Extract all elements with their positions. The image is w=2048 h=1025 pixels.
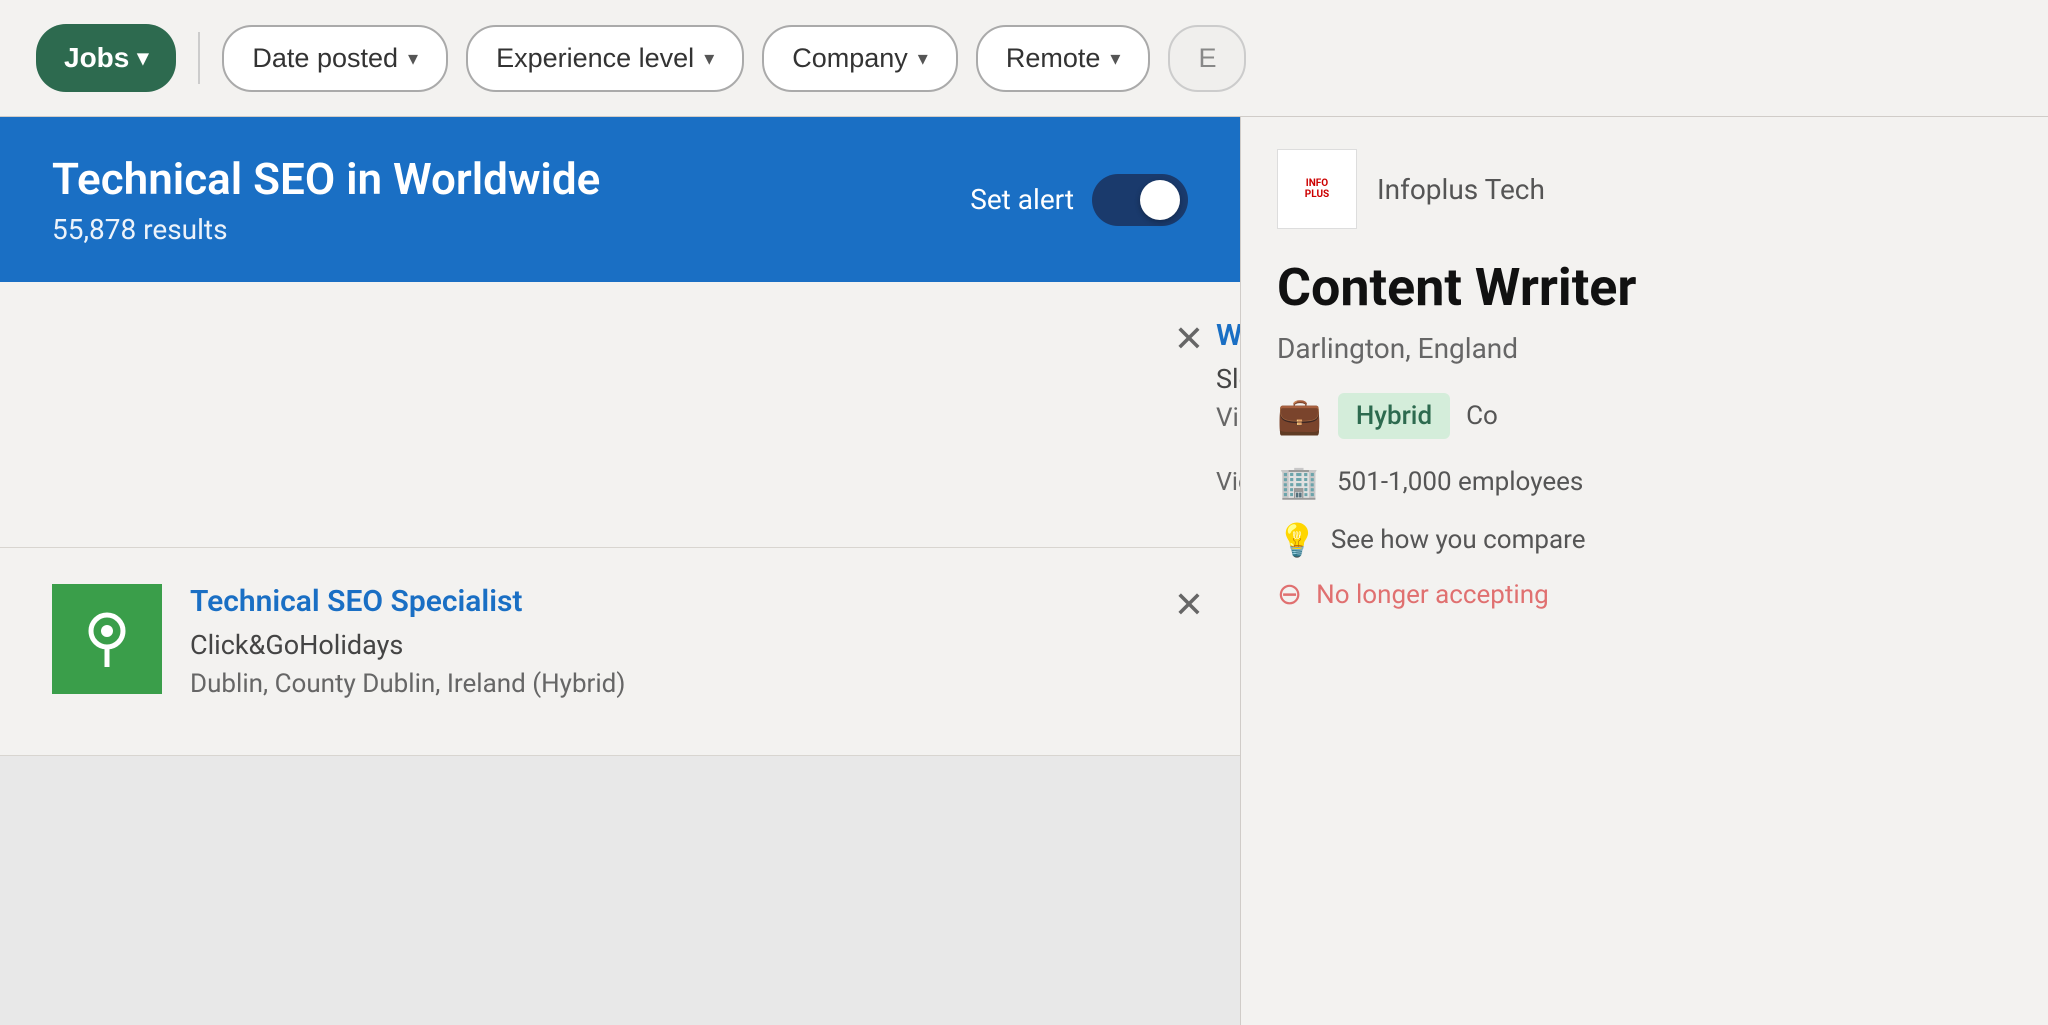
company-size-row: 🏢 501-1,000 employees [1277,463,2012,501]
filter-experience-level[interactable]: Experience level ▾ [466,25,744,92]
job-location: Dublin, County Dublin, Ireland (Hybrid) [190,669,1188,699]
company-header: INFOPLUS Infoplus Tech [1277,149,2012,229]
alert-area: Set alert [970,174,1188,226]
company-logo-small: INFOPLUS [1277,149,1357,229]
job-info: Web Tracking Specialist (m/w/d) SlopeLif… [1216,318,1240,511]
no-longer-row: ⊖ No longer accepting [1277,577,2012,612]
briefcase-icon: 💼 [1277,395,1322,437]
job-company: Click&GoHolidays [190,629,1188,661]
dismiss-job-button[interactable]: ✕ [1174,318,1204,360]
co-label-text: Co [1466,401,1498,431]
see-how-text: See how you compare [1331,525,1586,555]
right-location: Darlington, England [1277,332,2012,365]
company-size-text: 501-1,000 employees [1337,467,1583,497]
filter-extra[interactable]: E [1168,25,1246,92]
alert-toggle[interactable] [1092,174,1188,226]
chevron-down-icon: ▾ [918,46,928,71]
filter-company-label: Company [792,43,908,74]
job-card: Technical SEO Specialist Click&GoHoliday… [0,548,1240,756]
job-card: Web Tracking Specialist (m/w/d) SlopeLif… [0,282,1240,548]
company-logo-text: INFOPLUS [1305,178,1329,200]
filter-exp-label: Experience level [496,43,694,74]
main-layout: Technical SEO in Worldwide 55,878 result… [0,117,2048,1025]
toggle-knob [1140,180,1180,220]
lightbulb-icon: 💡 [1277,521,1317,559]
building-icon: 🏢 [1277,463,1321,501]
search-banner-text: Technical SEO in Worldwide 55,878 result… [52,153,600,246]
filter-remote-label: Remote [1006,43,1101,74]
search-results-count: 55,878 results [52,213,600,246]
job-list: Web Tracking Specialist (m/w/d) SlopeLif… [0,282,1240,756]
no-longer-icon: ⊖ [1277,577,1302,612]
job-meta: Viewed · Promoted · 13 applicants · in E… [1216,453,1240,511]
clickgo-logo-svg [73,605,141,673]
search-banner: Technical SEO in Worldwide 55,878 result… [0,117,1240,282]
no-longer-text: No longer accepting [1316,580,1549,610]
filter-extra-label: E [1198,43,1216,74]
job-company: SlopeLift PM Media GmbH [1216,363,1240,395]
viewed-label: Viewed [1216,468,1240,497]
filter-remote[interactable]: Remote ▾ [976,25,1151,92]
chevron-down-icon: ▾ [1110,46,1120,71]
top-bar: Jobs ▾ Date posted ▾ Experience level ▾ … [0,0,2048,117]
filter-company[interactable]: Company ▾ [762,25,958,92]
work-type-badge: Hybrid [1338,393,1450,439]
right-tags: 💼 Hybrid Co [1277,393,2012,439]
search-title: Technical SEO in Worldwide [52,153,600,205]
jobs-label: Jobs [64,42,129,74]
left-panel: Technical SEO in Worldwide 55,878 result… [0,117,1240,1025]
nav-divider [198,32,200,84]
alert-label: Set alert [970,183,1074,216]
filter-date-label: Date posted [252,43,398,74]
truncated-suffix: riter [1539,257,1637,318]
jobs-button[interactable]: Jobs ▾ [36,24,176,92]
company-logo [52,584,162,694]
dismiss-job-button[interactable]: ✕ [1174,584,1204,626]
right-panel: INFOPLUS Infoplus Tech Content Wrriter D… [1240,117,2048,1025]
jobs-chevron-icon: ▾ [137,45,148,71]
job-location: Vienna, Austria (On-site) [1216,403,1240,433]
job-title[interactable]: Technical SEO Specialist [190,584,1188,619]
job-title[interactable]: Web Tracking Specialist (m/w/d) [1216,318,1240,353]
see-how-row: 💡 See how you compare [1277,521,2012,559]
right-job-title: Content Wrriter [1277,257,2012,318]
company-name-right: Infoplus Tech [1377,173,1545,206]
chevron-down-icon: ▾ [704,46,714,71]
filter-date-posted[interactable]: Date posted ▾ [222,25,448,92]
job-info: Technical SEO Specialist Click&GoHoliday… [190,584,1188,719]
chevron-down-icon: ▾ [408,46,418,71]
